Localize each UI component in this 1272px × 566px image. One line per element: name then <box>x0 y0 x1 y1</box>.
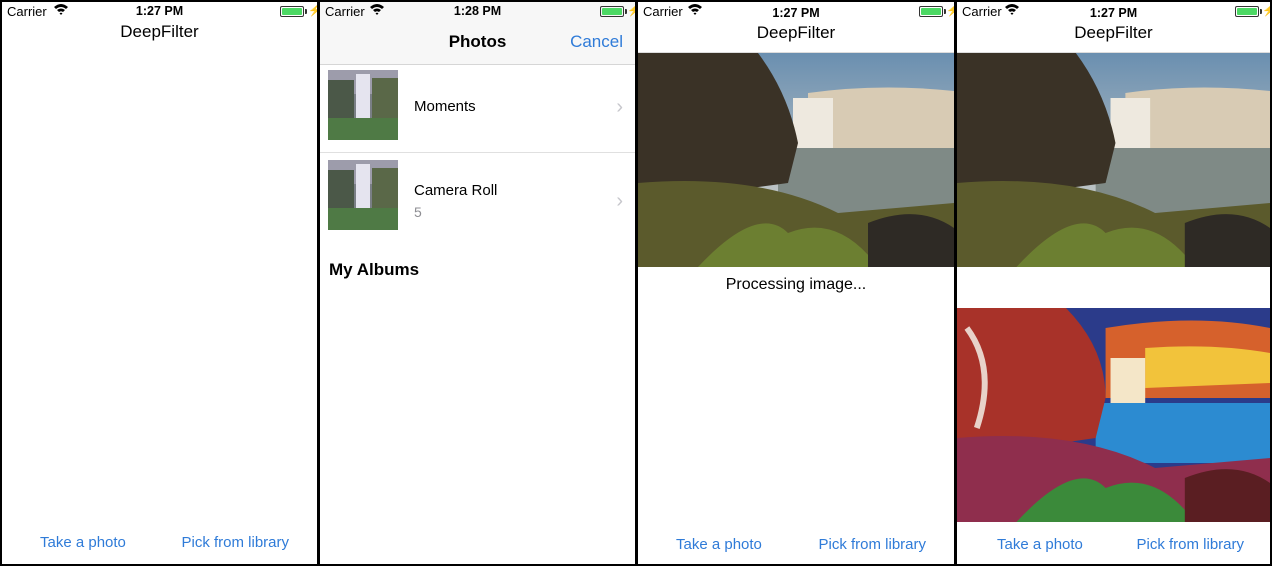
original-photo <box>957 53 1270 267</box>
status-bar: Carrier 1:28 PM ⚡ <box>320 2 635 22</box>
filtered-photo <box>957 308 1270 522</box>
app-title: DeepFilter <box>1074 23 1153 42</box>
battery-icon <box>1235 6 1262 17</box>
pick-from-library-button[interactable]: Pick from library <box>818 536 926 553</box>
bottom-actions: Take a photo Pick from library <box>957 536 1270 556</box>
charging-icon: ⚡ <box>627 5 635 17</box>
processing-label: Processing image... <box>725 276 867 293</box>
time-label: 1:27 PM <box>772 6 820 20</box>
pick-from-library-button[interactable]: Pick from library <box>181 534 289 551</box>
charging-icon: ⚡ <box>946 5 954 17</box>
bottom-actions: Take a photo Pick from library <box>638 536 954 556</box>
picker-navbar: Carrier 1:28 PM ⚡ Photos Cancel <box>320 2 635 65</box>
status-bar: Carrier 1:27 PM ⚡ <box>638 2 954 22</box>
album-count: 5 <box>414 204 422 220</box>
original-photo <box>638 53 954 267</box>
take-photo-button[interactable]: Take a photo <box>997 536 1083 553</box>
status-bar: Carrier 1:27 PM ⚡ <box>957 2 1270 22</box>
charging-icon: ⚡ <box>308 5 317 17</box>
cancel-button[interactable]: Cancel <box>570 32 623 52</box>
battery-icon <box>280 6 307 17</box>
take-photo-button[interactable]: Take a photo <box>40 534 126 551</box>
album-row-moments[interactable]: Moments › <box>320 64 635 152</box>
take-photo-button[interactable]: Take a photo <box>676 536 762 553</box>
row-divider <box>320 152 635 153</box>
time-label: 1:27 PM <box>1089 6 1138 20</box>
charging-icon: ⚡ <box>1262 5 1270 17</box>
battery-icon <box>600 6 627 17</box>
album-thumbnail <box>328 160 398 230</box>
bottom-actions: Take a photo Pick from library <box>2 534 317 554</box>
status-bar: Carrier 1:27 PM ⚡ <box>2 2 317 22</box>
album-row-camera-roll[interactable]: Camera Roll 5 › <box>320 154 635 242</box>
album-name: Camera Roll <box>414 182 498 199</box>
album-thumbnail <box>328 70 398 140</box>
app-title: DeepFilter <box>120 22 199 41</box>
battery-icon <box>919 6 946 17</box>
screen-empty: Carrier 1:27 PM ⚡ DeepFilter Take a phot… <box>2 2 317 564</box>
screen-result: Carrier 1:27 PM ⚡ DeepFilter Take a phot… <box>957 2 1270 564</box>
screen-processing: Carrier 1:27 PM ⚡ DeepFilter Processing … <box>638 2 954 564</box>
chevron-right-icon: › <box>616 190 623 212</box>
app-title: DeepFilter <box>756 23 836 42</box>
pick-from-library-button[interactable]: Pick from library <box>1136 536 1244 553</box>
time-label: 1:27 PM <box>135 4 184 18</box>
screen-photo-picker: Carrier 1:28 PM ⚡ Photos Cancel Moments … <box>320 2 635 564</box>
section-title: My Albums <box>329 260 420 279</box>
time-label: 1:28 PM <box>453 4 502 18</box>
album-name: Moments <box>414 98 476 115</box>
chevron-right-icon: › <box>616 96 623 118</box>
